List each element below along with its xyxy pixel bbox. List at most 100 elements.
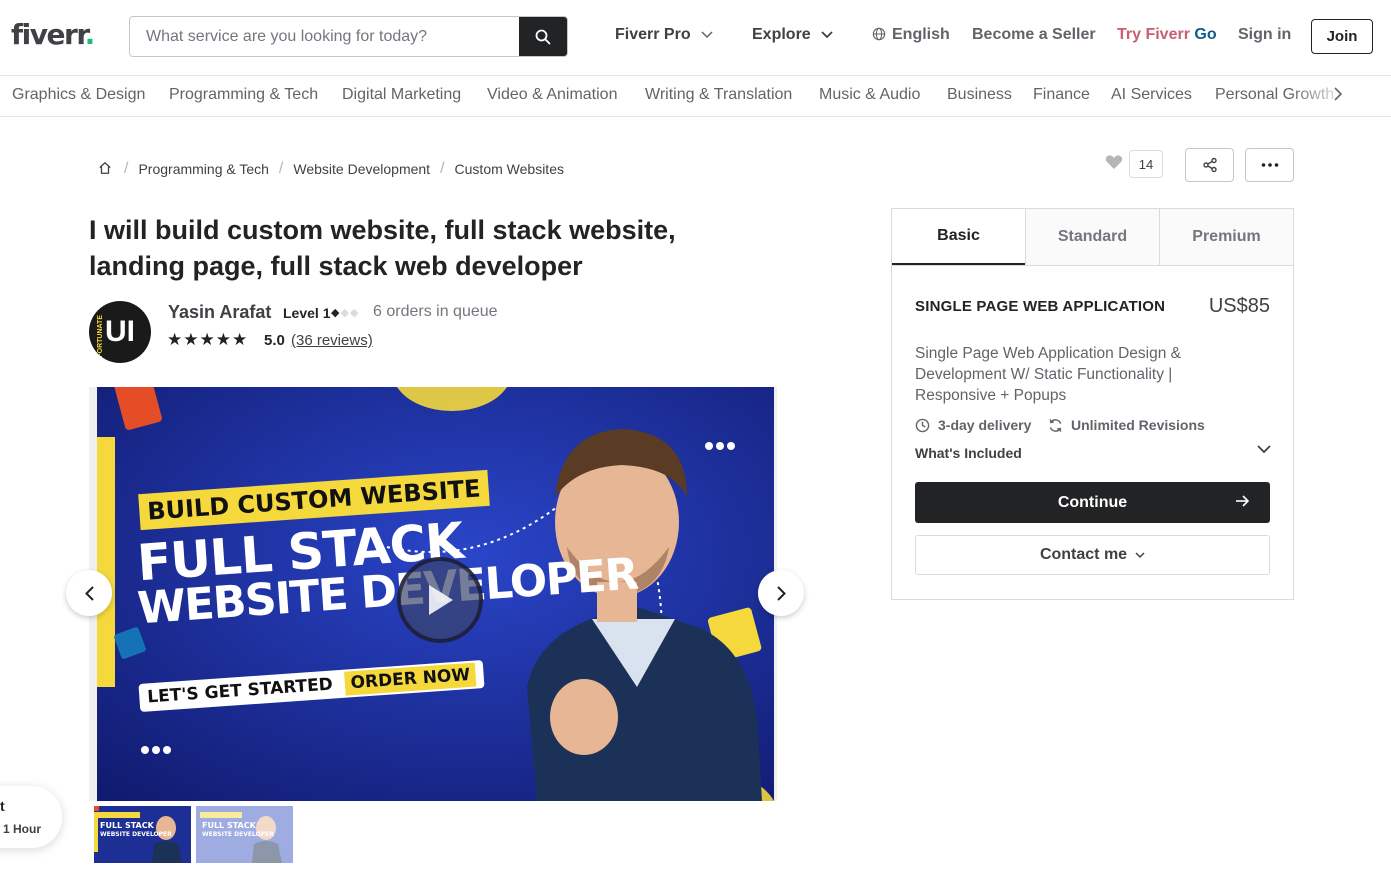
media-thumbnail-1[interactable]: FULL STACK WEBSITE DEVELOPER bbox=[94, 806, 191, 863]
category-music-audio[interactable]: Music & Audio bbox=[819, 86, 920, 104]
nav-sign-in-label: Sign in bbox=[1238, 26, 1292, 43]
search-icon bbox=[535, 29, 551, 44]
contact-label: Contact me bbox=[1039, 546, 1128, 563]
breadcrumb-separator: / bbox=[124, 160, 129, 177]
seller-level: Level 1 bbox=[283, 305, 331, 321]
delivery-label: 3-day delivery bbox=[938, 417, 1032, 433]
avatar-brand-text: FORTUNATE bbox=[97, 315, 104, 358]
try-fiverr-label: Try Fiverr bbox=[1117, 26, 1190, 43]
gig-video-player[interactable]: BUILD CUSTOM WEBSITE FULL STACK WEBSITE … bbox=[97, 387, 774, 801]
clock-icon bbox=[915, 418, 930, 432]
delivery-time: 3-day delivery bbox=[915, 417, 1031, 433]
gig-title: I will build custom website, full stack … bbox=[89, 215, 676, 281]
thumbnail-text-line1: FULL STACK bbox=[100, 821, 154, 830]
chevron-down-icon[interactable] bbox=[1257, 445, 1271, 454]
media-thumbnail-2[interactable]: FULL STACK WEBSITE DEVELOPER bbox=[196, 806, 293, 863]
category-graphics-design[interactable]: Graphics & Design bbox=[12, 86, 145, 104]
level-diamond-empty: ◆ bbox=[340, 307, 350, 319]
breadcrumb-separator: / bbox=[278, 160, 284, 177]
rating-value: 5.0 bbox=[264, 332, 285, 349]
play-button[interactable] bbox=[397, 557, 483, 643]
search-input[interactable] bbox=[130, 17, 519, 56]
nav-become-seller-label: Become a Seller bbox=[972, 26, 1096, 43]
go-label: Go bbox=[1194, 26, 1217, 43]
globe-icon bbox=[872, 27, 886, 41]
contact-seller-button[interactable]: Contact me bbox=[915, 535, 1270, 575]
rating-stars: ★★★★★ bbox=[167, 330, 249, 349]
logo-dot: . bbox=[84, 18, 96, 51]
package-tabs: Basic Standard Premium bbox=[892, 209, 1293, 266]
share-icon bbox=[1202, 157, 1217, 173]
fiverr-logo[interactable]: fiverr. bbox=[11, 18, 96, 51]
nav-language[interactable]: English bbox=[872, 26, 950, 44]
category-digital-marketing[interactable]: Digital Marketing bbox=[342, 86, 461, 104]
chevron-down-icon bbox=[1135, 551, 1145, 558]
media-prev-button[interactable] bbox=[66, 570, 112, 616]
breadcrumb-custom-websites[interactable]: Custom Websites bbox=[455, 161, 564, 177]
continue-button[interactable]: Continue bbox=[915, 482, 1270, 523]
nav-try-fiverr-go[interactable]: Try Fiverr Go bbox=[1117, 26, 1217, 44]
tab-premium[interactable]: Premium bbox=[1159, 209, 1293, 265]
category-video-animation[interactable]: Video & Animation bbox=[487, 86, 617, 104]
chevron-right-icon bbox=[776, 585, 786, 601]
seller-name[interactable]: Yasin Arafat bbox=[168, 302, 271, 323]
arrow-right-icon bbox=[1236, 495, 1250, 507]
category-scroll-right[interactable] bbox=[1334, 85, 1343, 106]
home-icon bbox=[99, 161, 111, 174]
share-button[interactable] bbox=[1185, 148, 1234, 182]
favorite-button[interactable] bbox=[1105, 154, 1123, 175]
level-indicator: ◆◆◆ bbox=[331, 306, 359, 319]
nav-fiverr-pro-label: Fiverr Pro bbox=[615, 26, 691, 43]
whats-included-toggle[interactable]: What's Included bbox=[915, 445, 1022, 461]
nav-become-seller[interactable]: Become a Seller bbox=[972, 26, 1096, 44]
breadcrumb-separator: / bbox=[440, 160, 445, 177]
nav-fiverr-pro[interactable]: Fiverr Pro bbox=[615, 26, 713, 44]
thumbnail-text: FULL STACK WEBSITE DEVELOPER bbox=[100, 821, 172, 839]
breadcrumb-website-development[interactable]: Website Development bbox=[293, 161, 430, 177]
category-business[interactable]: Business bbox=[947, 86, 1012, 104]
top-header: fiverr. Fiverr Pro Explore English Becom… bbox=[0, 0, 1391, 72]
floating-card-subtitle: 1 Hour bbox=[3, 822, 42, 836]
search-bar bbox=[129, 16, 568, 57]
join-button[interactable]: Join bbox=[1311, 19, 1373, 54]
chevron-down-icon bbox=[821, 31, 833, 39]
floating-chat-card[interactable]: t 1 Hour bbox=[0, 786, 62, 848]
package-price: US$85 bbox=[1208, 295, 1270, 317]
play-icon bbox=[429, 585, 453, 615]
breadcrumb-programming-tech[interactable]: Programming & Tech bbox=[138, 161, 268, 177]
revisions: Unlimited Revisions bbox=[1048, 417, 1205, 433]
nav-explore-label: Explore bbox=[752, 26, 811, 43]
nav-language-label: English bbox=[892, 26, 950, 43]
category-programming-tech[interactable]: Programming & Tech bbox=[169, 86, 318, 104]
tab-standard[interactable]: Standard bbox=[1025, 209, 1159, 265]
revisions-label: Unlimited Revisions bbox=[1071, 417, 1205, 433]
tab-basic[interactable]: Basic bbox=[892, 209, 1025, 265]
level-diamond-empty: ◆ bbox=[349, 307, 360, 319]
continue-label: Continue bbox=[1057, 493, 1128, 511]
breadcrumb: / Programming & Tech / Website Developme… bbox=[98, 160, 564, 178]
logo-text: fiverr bbox=[11, 18, 86, 51]
more-options-button[interactable] bbox=[1245, 148, 1294, 182]
seller-avatar[interactable]: FORTUNATE UI bbox=[89, 301, 151, 363]
nav-explore[interactable]: Explore bbox=[752, 26, 833, 44]
category-writing-translation[interactable]: Writing & Translation bbox=[645, 86, 792, 104]
category-finance[interactable]: Finance bbox=[1033, 86, 1090, 104]
thumbnail-text-line2: WEBSITE DEVELOPER bbox=[100, 831, 172, 838]
favorite-control: 14 bbox=[1105, 150, 1163, 178]
category-bar: Graphics & Design Programming & Tech Dig… bbox=[0, 75, 1391, 117]
media-next-button[interactable] bbox=[758, 570, 804, 616]
chevron-down-icon bbox=[701, 31, 713, 39]
favorite-count: 14 bbox=[1129, 150, 1163, 178]
breadcrumb-home[interactable] bbox=[98, 161, 112, 178]
more-icon bbox=[1261, 163, 1278, 167]
chevron-left-icon bbox=[84, 585, 94, 601]
package-description: Single Page Web Application Design & Dev… bbox=[915, 345, 1181, 404]
refresh-icon bbox=[1049, 418, 1062, 432]
package-name: SINGLE PAGE WEB APPLICATION bbox=[915, 298, 1166, 315]
reviews-link[interactable]: (36 reviews) bbox=[291, 332, 373, 349]
category-ai-services[interactable]: AI Services bbox=[1111, 86, 1192, 104]
nav-sign-in[interactable]: Sign in bbox=[1238, 26, 1291, 44]
chevron-right-icon bbox=[1334, 87, 1343, 101]
heart-icon bbox=[1105, 154, 1123, 169]
search-button[interactable] bbox=[519, 17, 567, 56]
